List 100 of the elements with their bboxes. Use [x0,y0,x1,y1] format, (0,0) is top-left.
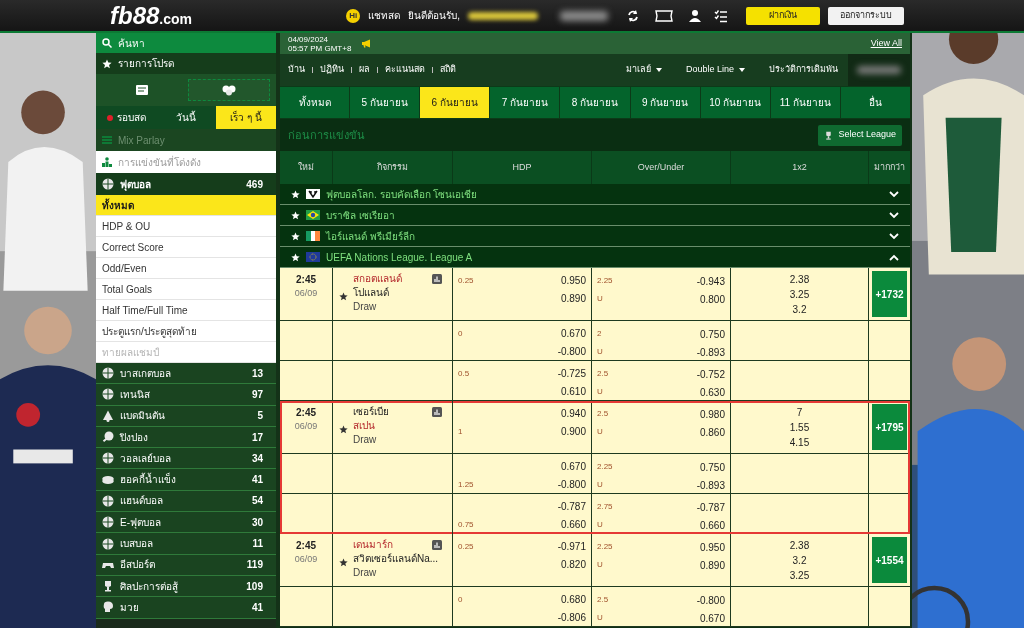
checklist-icon[interactable] [714,8,728,23]
sport-item[interactable]: E-ฟุตบอล 30 [96,512,276,534]
odds-value[interactable]: -0.943 [696,273,725,289]
odds-value[interactable]: 0.750 [699,326,725,342]
star-icon[interactable] [291,252,300,262]
odds-value[interactable]: -0.893 [696,477,725,493]
stats-icon[interactable] [432,540,442,550]
sport-item[interactable]: แฮนด์บอล 54 [96,490,276,513]
market-item[interactable]: HDP & OU [96,216,276,237]
odds-value[interactable]: -0.893 [696,344,725,360]
odds-value[interactable]: 0.980 [699,406,725,422]
view-all-link[interactable]: View All [870,36,902,51]
sport-item[interactable]: อีสปอร์ต 119 [96,554,276,576]
sport-item[interactable]: ฮอคกี้น้ำแข็ง 41 [96,469,276,491]
view-tab[interactable] [188,79,270,101]
odds-value[interactable]: 0.820 [560,556,586,574]
sport-item[interactable]: ศิลปะการต่อสู้ 109 [96,575,276,598]
star-icon[interactable] [339,558,348,567]
sport-item[interactable]: ปิงปอง 17 [96,426,276,449]
odds-value[interactable]: 3.2 [792,553,807,568]
expand-chevron-icon[interactable] [889,190,899,198]
date-tab[interactable]: อื่น [840,87,910,118]
league-row[interactable]: UEFA Nations League. League A [280,247,910,268]
nav-menu[interactable]: มาเลย์ [625,63,662,77]
sport-item[interactable]: มวย 41 [96,597,276,619]
expand-chevron-icon[interactable] [889,232,899,240]
odds-value[interactable]: -0.787 [557,498,586,516]
stats-icon[interactable] [432,274,442,284]
odds-value[interactable]: 0.900 [560,423,586,441]
odds-value[interactable]: 3.25 [789,287,810,302]
football-item[interactable]: ฟุตบอล 469 [96,173,276,195]
nav-link[interactable]: คะแนนสด [385,63,425,77]
more-markets-button[interactable]: +1795 [872,404,907,450]
odds-value[interactable]: 0.630 [699,384,725,400]
odds-value[interactable]: -0.800 [557,343,586,361]
date-tab[interactable]: ทั้งหมด [280,87,350,118]
odds-value[interactable]: 0.950 [699,539,725,555]
megaphone-icon[interactable] [361,39,373,48]
odds-value[interactable]: 0.660 [560,516,586,534]
odds-value[interactable]: 0.610 [560,383,586,401]
odds-value[interactable]: 0.670 [699,610,725,626]
market-item[interactable]: Correct Score [96,237,276,258]
market-item[interactable]: ประตูแรก/ประตูสุดท้าย [96,321,276,342]
star-icon[interactable] [291,210,300,220]
ticket-icon[interactable] [654,9,674,22]
date-tab[interactable]: 7 กันยายน [490,87,560,118]
sport-item[interactable]: แบดมินตัน 5 [96,405,276,427]
odds-value[interactable]: -0.787 [696,499,725,515]
time-tab[interactable]: รอบสด [96,106,156,129]
odds-value[interactable]: -0.725 [557,365,586,383]
nav-menu[interactable]: Double Line [685,63,745,77]
odds-value[interactable]: 0.800 [699,291,725,307]
date-tab[interactable]: 8 กันยายน [560,87,630,118]
stats-icon[interactable] [432,407,442,417]
time-tab[interactable]: วันนี้ [156,106,216,129]
date-tab[interactable]: 6 กันยายน [420,87,490,118]
star-icon[interactable] [339,292,348,301]
refresh-icon[interactable] [626,8,640,23]
sport-item[interactable]: เทนนิส 97 [96,384,276,406]
league-row[interactable]: ฟุตบอลโลก. รอบคัดเลือก โซนเอเชีย [280,184,910,205]
more-markets-button[interactable]: +1732 [872,271,907,317]
odds-value[interactable]: 0.860 [699,424,725,440]
odds-value[interactable]: 0.670 [560,325,586,343]
star-icon[interactable] [102,58,112,69]
odds-value[interactable]: 3.25 [789,568,810,583]
nav-menu[interactable]: ประวัติการเดิมพัน [769,63,838,77]
odds-value[interactable]: 2.38 [789,538,810,553]
chat-badge[interactable]: Hi [346,8,361,23]
date-tab[interactable]: 10 กันยายน [700,87,770,118]
nav-link[interactable]: บ้าน [288,63,305,77]
more-markets-button[interactable]: +1554 [872,537,907,583]
odds-value[interactable]: 3.2 [792,302,807,317]
odds-value[interactable]: -0.971 [557,538,586,556]
nav-link[interactable]: สถิติ [440,63,456,77]
live-chat-link[interactable]: แชทสด [368,8,401,23]
sport-item[interactable]: เบสบอล 11 [96,533,276,555]
odds-value[interactable]: -0.800 [557,476,586,494]
favorites-item[interactable]: รายการโปรด [96,53,276,74]
deposit-button[interactable]: ฝากเงิน [746,6,820,25]
odds-value[interactable]: 0.670 [560,458,586,476]
search-bar[interactable]: ค้นหา [96,33,276,53]
sport-item[interactable]: วอลเลย์บอล 34 [96,448,276,470]
time-tab[interactable]: เร็ว ๆ นี้ [216,106,276,129]
market-item[interactable]: Total Goals [96,279,276,300]
odds-value[interactable]: 0.940 [560,405,586,423]
nav-link[interactable]: ปฏิทิน [320,63,344,77]
odds-value[interactable]: 0.890 [560,290,586,308]
league-row[interactable]: ไอร์แลนด์ พรีเมียร์ลีก [280,226,910,247]
date-tab[interactable]: 5 กันยายน [350,87,420,118]
nav-link[interactable]: ผล [359,63,370,77]
select-league-button[interactable]: Select League [818,124,902,146]
odds-value[interactable]: -0.752 [696,366,725,382]
odds-value[interactable]: 0.890 [699,557,725,573]
expand-chevron-icon[interactable] [889,211,899,219]
date-tab[interactable]: 9 กันยายน [630,87,700,118]
star-icon[interactable] [291,231,300,241]
odds-value[interactable]: 7 [796,405,803,420]
market-item[interactable]: Half Time/Full Time [96,300,276,321]
odds-value[interactable]: 2.38 [789,272,810,287]
odds-value[interactable]: 0.950 [560,272,586,290]
